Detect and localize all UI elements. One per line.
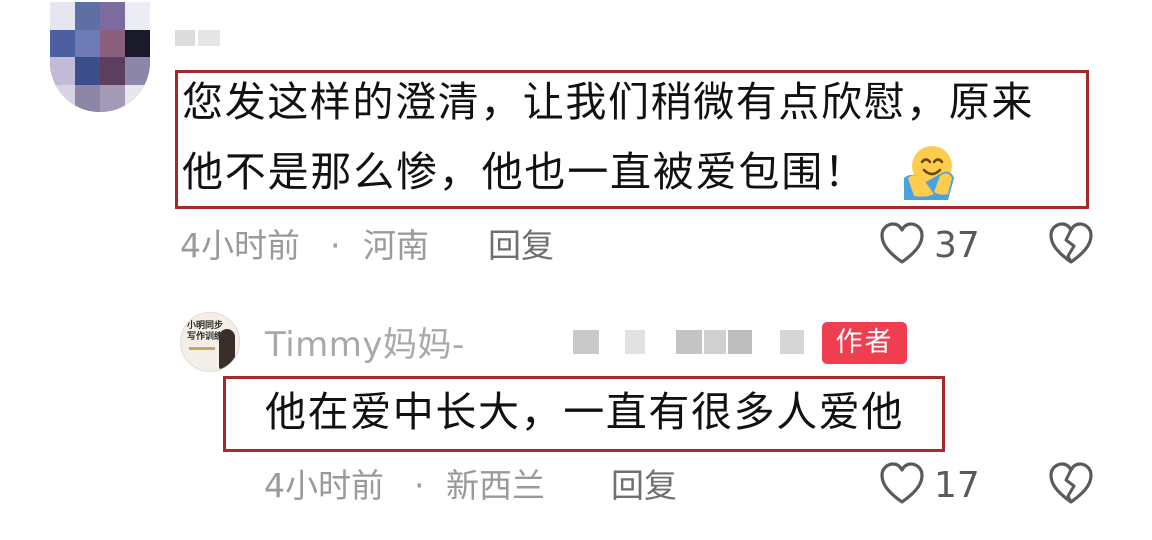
username-mosaic xyxy=(704,330,726,354)
comment-separator: · xyxy=(330,226,341,265)
comment-reply-button[interactable]: 回复 xyxy=(488,226,554,266)
comment-time: 4小时前 xyxy=(180,226,300,265)
comment-like-count: 37 xyxy=(934,225,980,266)
username-mosaic xyxy=(175,30,195,46)
username-mosaic xyxy=(676,330,702,354)
author-badge: 作者 xyxy=(822,322,907,364)
username-mosaic xyxy=(780,330,804,354)
hugging-face-icon xyxy=(904,146,954,200)
author-username[interactable]: Timmy妈妈- xyxy=(265,325,465,365)
reply-time: 4小时前 xyxy=(264,466,384,505)
reply-separator: · xyxy=(414,466,425,505)
broken-heart-icon[interactable] xyxy=(1048,222,1094,266)
commenter-avatar-blurred[interactable] xyxy=(50,2,150,112)
username-mosaic xyxy=(625,330,645,354)
reply-location: 新西兰 xyxy=(446,466,545,505)
heart-outline-icon[interactable] xyxy=(879,462,925,506)
comment-text-line-2: 他不是那么惨，他也一直被爱包围！ xyxy=(182,148,867,196)
comment-text-line-1: 您发这样的澄清，让我们稍微有点欣慰，原来 xyxy=(182,78,1034,126)
reply-like-count: 17 xyxy=(934,465,980,506)
author-avatar[interactable]: 小明同步 写作训练 xyxy=(180,312,240,372)
username-mosaic xyxy=(573,330,599,354)
reply-text: 他在爱中长大，一直有很多人爱他 xyxy=(265,388,904,436)
reply-reply-button[interactable]: 回复 xyxy=(611,466,677,506)
broken-heart-icon[interactable] xyxy=(1048,462,1094,506)
username-mosaic xyxy=(198,30,220,46)
comment-location: 河南 xyxy=(363,226,429,265)
username-mosaic xyxy=(728,330,752,354)
heart-outline-icon[interactable] xyxy=(879,222,925,266)
